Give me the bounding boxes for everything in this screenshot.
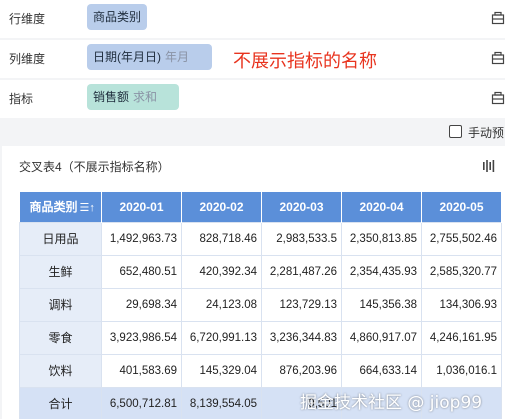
table-cell: 1,036,016.1 <box>421 353 502 388</box>
table-cell: 401,583.69 <box>101 353 182 388</box>
settings-icon[interactable] <box>491 51 505 65</box>
table-cell: 2,281,487.26 <box>261 254 342 289</box>
column-dimension-label: 列维度 <box>9 52 46 66</box>
row-header: 日用品 <box>19 221 102 256</box>
table-cell: 6,720,991.13 <box>181 320 262 355</box>
table-cell: 4,860,917.07 <box>341 320 422 355</box>
column-header[interactable]: 2020-05 <box>421 192 502 222</box>
metric-label: 指标 <box>9 92 34 106</box>
table-cell: 420,392.34 <box>181 254 262 289</box>
row-header: 饮料 <box>19 353 102 388</box>
column-header[interactable]: 2020-02 <box>181 192 262 222</box>
table-cell: 2,585,320.77 <box>421 254 502 289</box>
table-cell: 24,123.08 <box>181 287 262 322</box>
table-cell: 3,923,986.54 <box>101 320 182 355</box>
row-header: 调料 <box>19 287 102 322</box>
cross-table: 商品类别 ☰↑ 2020-01 2020-02 2020-03 2020-04 2… <box>19 192 502 419</box>
table-row: 日用品 1,492,963.73 828,718.46 2,983,533.5 … <box>19 221 502 256</box>
row-header: 零食 <box>19 320 102 355</box>
corner-header-label: 商品类别 <box>29 200 78 215</box>
column-dimension-chip[interactable]: 日期(年月日) 年月 <box>87 44 212 70</box>
metric-chip-text: 销售额 <box>93 90 130 104</box>
row-header: 合计 <box>19 386 102 419</box>
panel-title: 交叉表4（不展示指标名称） <box>19 160 170 174</box>
sort-icon[interactable]: ☰↑ <box>80 201 95 214</box>
table-row: 生鲜 652,480.51 420,392.34 2,281,487.26 2,… <box>19 254 502 289</box>
table-row: 调料 29,698.34 24,123.08 123,729.13 145,35… <box>19 287 502 322</box>
metric-chip-sub: 求和 <box>133 90 158 104</box>
settings-icon[interactable] <box>491 11 505 25</box>
corner-header[interactable]: 商品类别 ☰↑ <box>19 192 102 222</box>
table-row: 饮料 401,583.69 145,329.04 876,203.96 664,… <box>19 353 502 388</box>
annotation-text: 不展示指标的名称 <box>233 51 377 72</box>
row-dimension-row: 行维度 商品类别 <box>0 0 505 38</box>
settings-icon[interactable] <box>491 91 505 105</box>
column-header[interactable]: 2020-04 <box>341 192 422 222</box>
table-cell: 123,729.13 <box>261 287 342 322</box>
cross-table-panel: 交叉表4（不展示指标名称） 商品类别 ☰↑ 2020-01 2020-02 202… <box>2 146 505 419</box>
column-dimension-chip-text: 日期(年月日) <box>93 50 161 64</box>
table-cell: 2,755,502.46 <box>421 221 502 256</box>
metric-row: 指标 销售额 求和 <box>0 80 505 118</box>
table-cell: 2,354,435.93 <box>341 254 422 289</box>
column-settings-icon[interactable] <box>482 159 496 176</box>
column-header[interactable]: 2020-03 <box>261 192 342 222</box>
table-cell: 3,236,344.83 <box>261 320 342 355</box>
row-dimension-chip-text: 商品类别 <box>93 10 142 24</box>
manual-refresh-checkbox[interactable] <box>449 125 462 138</box>
table-cell: 8,139,554.05 <box>181 386 262 419</box>
table-cell: 134,306.93 <box>421 287 502 322</box>
column-header[interactable]: 2020-01 <box>101 192 182 222</box>
column-dimension-chip-sub: 年月 <box>165 50 190 64</box>
table-cell: 876,203.96 <box>261 353 342 388</box>
table-cell: 2,350,813.85 <box>341 221 422 256</box>
table-cell: 2,983,533.5 <box>261 221 342 256</box>
table-cell: 828,718.46 <box>181 221 262 256</box>
metric-chip[interactable]: 销售额 求和 <box>87 84 179 110</box>
table-cell: 145,356.38 <box>341 287 422 322</box>
row-dimension-label: 行维度 <box>9 12 46 26</box>
watermark: 掘金技术社区 @ jiop99 <box>300 393 483 413</box>
table-row: 零食 3,923,986.54 6,720,991.13 3,236,344.8… <box>19 320 502 355</box>
table-cell: 145,329.04 <box>181 353 262 388</box>
table-cell: 4,246,161.95 <box>421 320 502 355</box>
table-cell: 6,500,712.81 <box>101 386 182 419</box>
table-cell: 652,480.51 <box>101 254 182 289</box>
row-header: 生鲜 <box>19 254 102 289</box>
manual-refresh-label: 手动预 <box>468 126 505 140</box>
table-cell: 1,492,963.73 <box>101 221 182 256</box>
table-cell: 664,633.14 <box>341 353 422 388</box>
table-cell: 29,698.34 <box>101 287 182 322</box>
row-dimension-chip[interactable]: 商品类别 <box>87 4 148 30</box>
